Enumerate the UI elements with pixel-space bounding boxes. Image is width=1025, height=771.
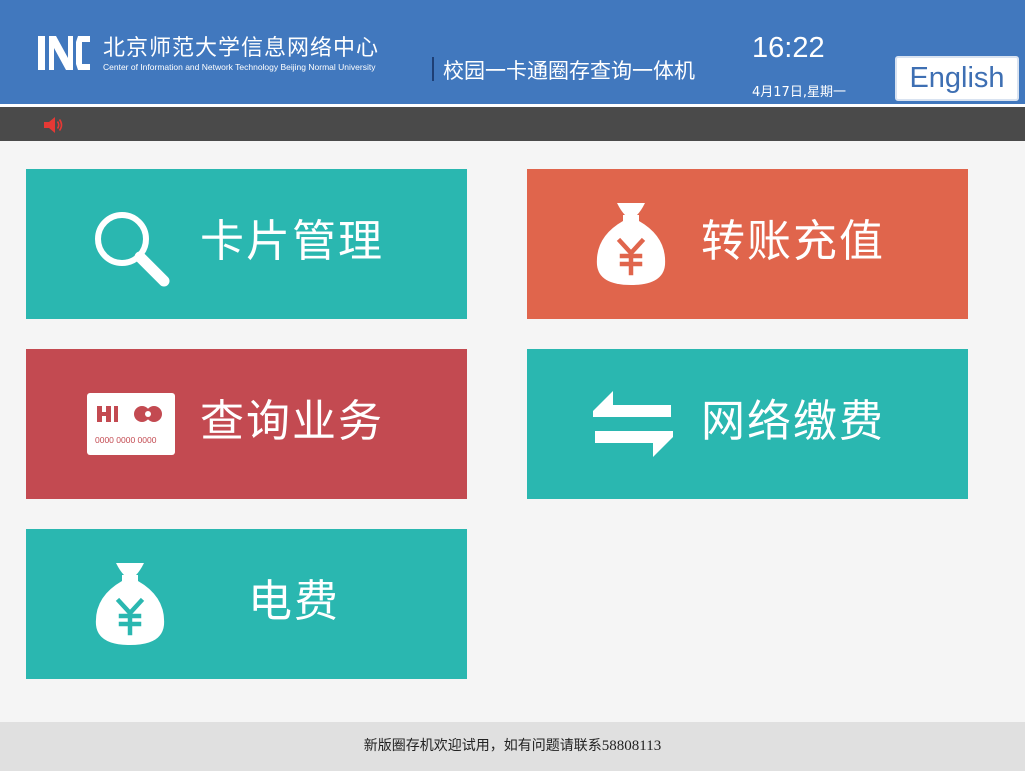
tile-network-payment[interactable]: 网络缴费 [527, 349, 968, 499]
bank-card-icon: 0000 0000 0000 [87, 393, 175, 455]
inc-logo-icon [38, 36, 90, 70]
tile-query-business[interactable]: 0000 0000 0000 查询业务 [26, 349, 467, 499]
tile-label: 转账充值 [701, 216, 885, 267]
speaker-icon[interactable] [42, 115, 64, 135]
card-number-text: 0000 0000 0000 [95, 435, 157, 445]
announcement-bar [0, 107, 1025, 141]
exchange-arrows-icon [593, 391, 673, 457]
app-title: 校园一卡通圈存查询一体机 [443, 59, 695, 83]
tile-label: 卡片管理 [200, 216, 384, 267]
money-bag-icon [95, 563, 165, 645]
org-name-cn: 北京师范大学信息网络中心 [103, 36, 380, 61]
tile-label: 电费 [248, 576, 340, 627]
tile-label: 查询业务 [200, 396, 384, 447]
tile-transfer-recharge[interactable]: 转账充值 [527, 169, 968, 319]
money-bag-icon [596, 203, 666, 285]
tile-label: 网络缴费 [701, 396, 885, 447]
footer-phone: 58808113 [601, 738, 662, 754]
tile-electricity-fee[interactable]: 电费 [26, 529, 467, 679]
tile-card-management[interactable]: 卡片管理 [26, 169, 467, 319]
org-name-en: Center of Information and Network Techno… [103, 62, 376, 72]
header-divider [432, 57, 434, 81]
clock-date: 4月17日,星期一 [752, 85, 846, 100]
search-icon [95, 212, 170, 287]
footer-message: 新版圈存机欢迎试用，如有问题请联系 [363, 738, 602, 754]
header-bar: 北京师范大学信息网络中心 Center of Information and N… [0, 0, 1025, 104]
footer-notice: 新版圈存机欢迎试用，如有问题请联系58808113 [0, 722, 1025, 771]
clock-time: 16:22 [752, 32, 825, 64]
english-language-button[interactable]: English [895, 56, 1019, 101]
